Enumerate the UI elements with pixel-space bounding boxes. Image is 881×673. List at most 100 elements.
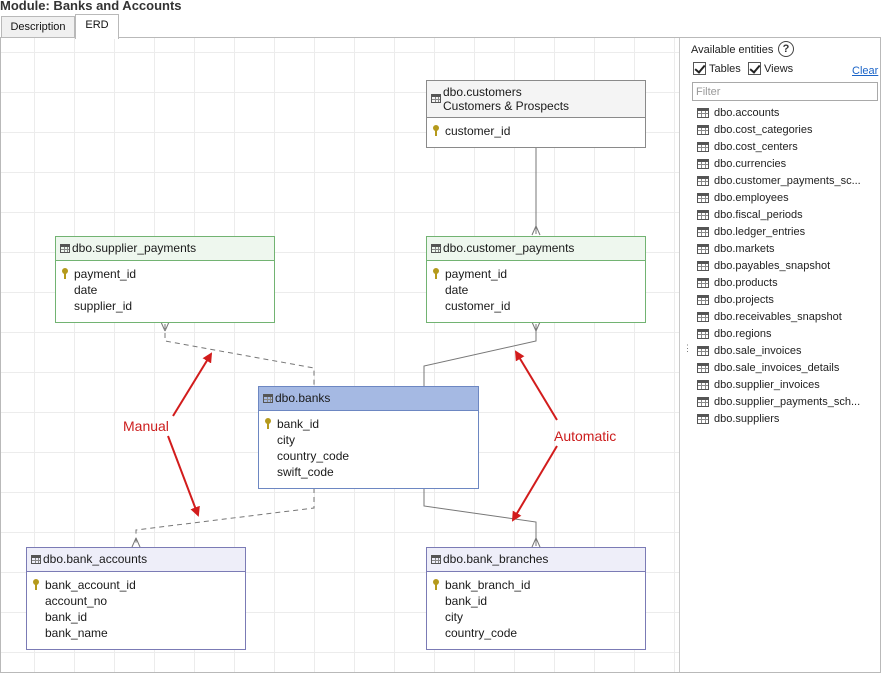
entity-list-item[interactable]: dbo.sale_invoices [697,343,877,360]
views-checkbox[interactable] [748,62,761,75]
column-name: bank_name [45,626,108,640]
column-row: country_code [427,625,645,641]
entity-header: dbo.customer_payments [427,237,645,261]
entity-list-item[interactable]: dbo.fiscal_periods [697,207,877,224]
table-icon [697,176,709,186]
table-icon [263,393,273,403]
table-icon [697,227,709,237]
entity-list-item[interactable]: dbo.markets [697,241,877,258]
available-entities-title: Available entities [691,44,774,56]
entity-list-label: dbo.cost_categories [714,124,813,136]
primary-key-icon [33,579,39,590]
entity-subtitle: Customers & Prospects [443,99,570,113]
entity-header: dbo.banks [259,387,478,411]
column-name: bank_id [45,610,88,624]
entity-list-item[interactable]: dbo.accounts [697,105,877,122]
primary-key-icon [62,268,68,279]
automatic-annotation: Automatic [554,428,617,444]
column-row: swift_code [259,464,478,480]
entity-columns: bank_id city country_code swift_code [259,411,478,480]
column-row: bank_account_id [27,577,245,593]
entity-list-item[interactable]: dbo.receivables_snapshot [697,309,877,326]
entity-list-item[interactable]: dbo.currencies [697,156,877,173]
column-row: bank_id [27,609,245,625]
table-icon [697,193,709,203]
entity-header: dbo.customers Customers & Prospects [427,81,645,118]
entity-list-item[interactable]: dbo.employees [697,190,877,207]
column-name: customer_id [445,124,511,138]
help-icon[interactable]: ? [778,41,794,57]
entity-list-item[interactable]: dbo.ledger_entries [697,224,877,241]
entity-list-item[interactable]: dbo.suppliers [697,411,877,428]
column-row: city [259,432,478,448]
column-row: account_no [27,593,245,609]
column-row: customer_id [427,123,645,139]
entity-bank-accounts[interactable]: dbo.bank_accounts bank_account_id accoun… [26,547,246,650]
table-icon [697,210,709,220]
clear-link[interactable]: Clear [852,64,878,78]
primary-key-icon [433,125,439,136]
table-icon [697,142,709,152]
entity-list-item[interactable]: dbo.payables_snapshot [697,258,877,275]
column-name: supplier_id [74,299,133,313]
entity-columns: bank_branch_id bank_id city country_code [427,572,645,641]
entity-name: dbo.banks [275,391,331,405]
table-icon [697,363,709,373]
table-icon [697,329,709,339]
tables-checkbox[interactable] [693,62,706,75]
module-title: Module: Banks and Accounts [0,0,182,13]
entity-list-label: dbo.customer_payments_sc... [714,175,861,187]
views-checkbox-label: Views [764,63,794,75]
primary-key-icon [433,579,439,590]
primary-key-icon [433,268,439,279]
entity-columns: payment_id date supplier_id [56,261,274,314]
entity-list-item[interactable]: dbo.customer_payments_sc... [697,173,877,190]
filter-input[interactable] [692,82,878,101]
tab-bar: Description ERD [0,14,881,39]
entity-banks[interactable]: dbo.banks bank_id city country_code swif… [258,386,479,489]
entity-customer-payments[interactable]: dbo.customer_payments payment_id date cu… [426,236,646,323]
column-row: country_code [259,448,478,464]
primary-key-icon [265,418,271,429]
entity-list-label: dbo.markets [714,243,775,255]
entity-supplier-payments[interactable]: dbo.supplier_payments payment_id date su… [55,236,275,323]
entity-list-item[interactable]: dbo.cost_categories [697,122,877,139]
table-icon [697,278,709,288]
entity-customers[interactable]: dbo.customers Customers & Prospects cust… [426,80,646,148]
column-name: customer_id [445,299,511,313]
tab-description[interactable]: Description [1,16,75,38]
entity-list-label: dbo.sale_invoices_details [714,362,840,374]
column-row: supplier_id [56,298,274,314]
column-row: customer_id [427,298,645,314]
entity-list-label: dbo.cost_centers [714,141,798,153]
entity-list-item[interactable]: dbo.projects [697,292,877,309]
entity-header: dbo.supplier_payments [56,237,274,261]
entity-name: dbo.supplier_payments [72,241,197,255]
entity-columns: bank_account_id account_no bank_id bank_… [27,572,245,641]
entity-list-item[interactable]: dbo.regions [697,326,877,343]
column-row: bank_branch_id [427,577,645,593]
table-icon [31,554,41,564]
table-icon [431,243,441,253]
entity-list-item[interactable]: dbo.supplier_invoices [697,377,877,394]
column-name: bank_branch_id [445,578,531,592]
entity-list-label: dbo.sale_invoices [714,345,802,357]
column-name: city [445,610,463,624]
entity-list-label: dbo.projects [714,294,774,306]
entity-list-item[interactable]: dbo.supplier_payments_sch... [697,394,877,411]
table-icon [697,108,709,118]
entity-list-item[interactable]: dbo.products [697,275,877,292]
table-icon [697,346,709,356]
entity-bank-branches[interactable]: dbo.bank_branches bank_branch_id bank_id… [426,547,646,650]
tables-checkbox-label: Tables [709,63,741,75]
entity-list-label: dbo.receivables_snapshot [714,311,842,323]
column-name: payment_id [445,267,508,281]
entity-columns: customer_id [427,118,645,139]
entity-list-item[interactable]: dbo.sale_invoices_details [697,360,877,377]
column-row: bank_name [27,625,245,641]
entity-list-label: dbo.supplier_payments_sch... [714,396,861,408]
column-name: date [445,283,469,297]
tab-erd[interactable]: ERD [75,14,119,39]
entity-list-item[interactable]: dbo.cost_centers [697,139,877,156]
entity-list-label: dbo.suppliers [714,413,780,425]
